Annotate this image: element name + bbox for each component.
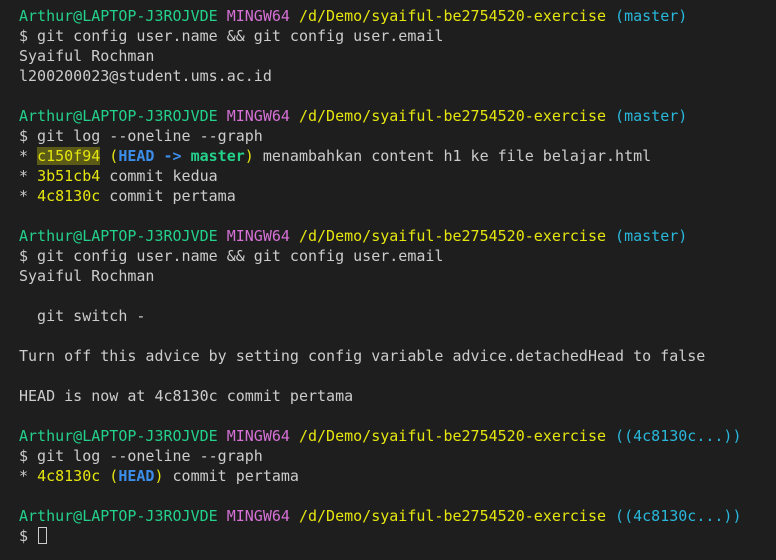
prompt-path: /d/Demo/syaiful-be2754520-exercise — [298, 7, 607, 25]
prompt-user-host: Arthur@LAPTOP-J3ROJVDE — [19, 227, 218, 245]
prompt-user-host: Arthur@LAPTOP-J3ROJVDE — [19, 7, 218, 25]
prompt-branch: ((4c8130c...)) — [615, 507, 742, 525]
prompt-msystem: MINGW64 — [226, 427, 290, 445]
prompt-user-host: Arthur@LAPTOP-J3ROJVDE — [19, 427, 218, 445]
terminal-text: * — [19, 147, 38, 165]
terminal-text: commit kedua — [100, 167, 218, 185]
terminal-text: commit pertama — [100, 187, 236, 205]
terminal-text: $ — [19, 527, 38, 545]
terminal-line: $ git config user.name && git config use… — [19, 26, 776, 46]
prompt-branch: (master) — [615, 107, 688, 125]
commit-hash: c150f94 — [37, 147, 101, 165]
terminal-cursor[interactable] — [38, 527, 48, 544]
terminal-line: l200200023@student.ums.ac.id — [19, 66, 776, 86]
terminal-text: * — [19, 187, 38, 205]
prompt-branch: ((4c8130c...)) — [615, 427, 742, 445]
terminal-text: $ git log --oneline --graph — [19, 447, 263, 465]
terminal-text: Syaiful Rochman — [19, 47, 155, 65]
terminal-text: Turn off this advice by setting config v… — [19, 347, 706, 365]
terminal-line: Syaiful Rochman — [19, 46, 776, 66]
terminal-text: * — [19, 167, 38, 185]
terminal-text: $ git config user.name && git config use… — [19, 247, 444, 265]
terminal-line: Syaiful Rochman — [19, 266, 776, 286]
prompt-branch: (master) — [615, 7, 688, 25]
terminal-line: Arthur@LAPTOP-J3ROJVDE MINGW64 /d/Demo/s… — [19, 426, 776, 446]
terminal-text: * — [19, 467, 38, 485]
prompt-msystem: MINGW64 — [226, 227, 290, 245]
terminal-text: Syaiful Rochman — [19, 267, 155, 285]
head-ref: HEAD -> — [118, 147, 191, 165]
terminal-text: menambahkan content h1 ke file belajar.h… — [253, 147, 652, 165]
terminal-line: * 4c8130c commit pertama — [19, 186, 776, 206]
prompt-msystem: MINGW64 — [226, 107, 290, 125]
commit-hash: ( — [100, 467, 119, 485]
prompt-user-host: Arthur@LAPTOP-J3ROJVDE — [19, 507, 218, 525]
terminal-line: Arthur@LAPTOP-J3ROJVDE MINGW64 /d/Demo/s… — [19, 226, 776, 246]
terminal-line: $ git log --oneline --graph — [19, 446, 776, 466]
head-ref: HEAD — [118, 467, 155, 485]
commit-hash: ) — [244, 147, 254, 165]
commit-hash: ( — [100, 147, 119, 165]
terminal-line: * 4c8130c (HEAD) commit pertama — [19, 466, 776, 486]
terminal-text: git switch - — [19, 307, 146, 325]
terminal-text: HEAD is now at 4c8130c commit pertama — [19, 387, 354, 405]
terminal-line: Arthur@LAPTOP-J3ROJVDE MINGW64 /d/Demo/s… — [19, 506, 776, 526]
terminal-line: $ git log --oneline --graph — [19, 126, 776, 146]
prompt-msystem: MINGW64 — [226, 7, 290, 25]
commit-hash: 4c8130c — [37, 187, 101, 205]
prompt-msystem: MINGW64 — [226, 507, 290, 525]
branch-ref-master: master — [190, 147, 245, 165]
terminal-output[interactable]: Arthur@LAPTOP-J3ROJVDE MINGW64 /d/Demo/s… — [0, 0, 776, 560]
terminal-text: $ git log --oneline --graph — [19, 127, 263, 145]
prompt-path: /d/Demo/syaiful-be2754520-exercise — [298, 507, 607, 525]
terminal-line: * c150f94 (HEAD -> master) menambahkan c… — [19, 146, 776, 166]
terminal-text: commit pertama — [163, 467, 299, 485]
prompt-path: /d/Demo/syaiful-be2754520-exercise — [298, 427, 607, 445]
terminal-line: git switch - — [19, 306, 776, 326]
terminal-text: $ git config user.name && git config use… — [19, 27, 444, 45]
prompt-path: /d/Demo/syaiful-be2754520-exercise — [298, 227, 607, 245]
commit-hash: ) — [154, 467, 164, 485]
terminal-line: $ git config user.name && git config use… — [19, 246, 776, 266]
commit-hash: 4c8130c — [37, 467, 101, 485]
terminal-text: l200200023@student.ums.ac.id — [19, 67, 272, 85]
terminal-line: Arthur@LAPTOP-J3ROJVDE MINGW64 /d/Demo/s… — [19, 106, 776, 126]
prompt-path: /d/Demo/syaiful-be2754520-exercise — [298, 107, 607, 125]
terminal-line: * 3b51cb4 commit kedua — [19, 166, 776, 186]
commit-hash: 3b51cb4 — [37, 167, 101, 185]
prompt-branch: (master) — [615, 227, 688, 245]
terminal-line: Arthur@LAPTOP-J3ROJVDE MINGW64 /d/Demo/s… — [19, 6, 776, 26]
terminal-line: HEAD is now at 4c8130c commit pertama — [19, 386, 776, 406]
prompt-user-host: Arthur@LAPTOP-J3ROJVDE — [19, 107, 218, 125]
terminal-line: Turn off this advice by setting config v… — [19, 346, 776, 366]
terminal-line: $ — [19, 526, 776, 546]
